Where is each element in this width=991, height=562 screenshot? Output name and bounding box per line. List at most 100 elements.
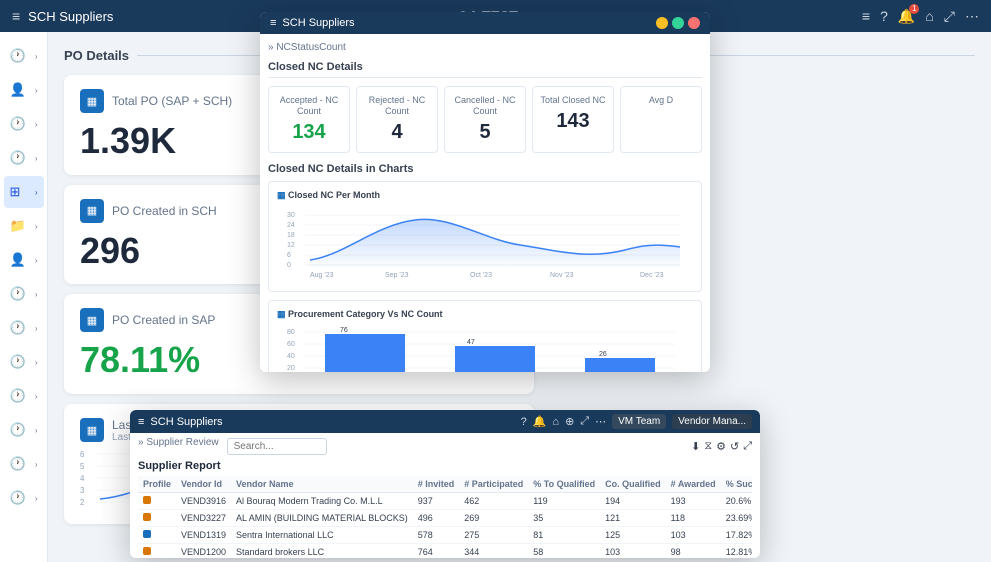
s-notif-icon[interactable]: 🔔 [533,415,547,428]
svg-text:3: 3 [80,486,85,495]
cell-participated: 269 [459,510,528,527]
status-dot [143,547,151,555]
supplier-search-input[interactable] [227,438,327,455]
svg-text:26: 26 [599,351,607,358]
nc-stat-label: Cancelled - NC Count [451,95,519,117]
expand-icon[interactable]: ⤢ [944,8,955,25]
supplier-overlay-window: ≡ SCH Suppliers ? 🔔 ⌂ ⊕ ⤢ ⋯ VM Team Vend… [130,410,760,558]
maximize-button[interactable] [672,17,684,29]
cell-participated: 344 [459,544,528,559]
svg-text:4: 4 [80,474,85,483]
nc-stat-cancelled: Cancelled - NC Count 5 [444,86,526,153]
sidebar-item-3[interactable]: 🕐 › [4,142,44,174]
cell-invited: 496 [413,510,460,527]
sidebar-item-9[interactable]: 🕐 › [4,346,44,378]
sidebar-item-7[interactable]: 🕐 › [4,278,44,310]
sch-suppliers-icon: ≡ [270,17,276,29]
supplier-window-title: SCH Suppliers [150,416,222,428]
notification-badge: 1 [909,4,919,14]
s-more-icon[interactable]: ⋯ [595,415,606,428]
nc-title-bar: ≡ SCH Suppliers [260,12,710,34]
bar-spmaop [455,346,535,372]
sidebar-item-1[interactable]: 👤 › [4,74,44,106]
team-label: VM Team [612,414,666,429]
kpi-icon-po-sap: ▦ [80,308,104,332]
cell-awarded: 118 [666,510,721,527]
more-icon[interactable]: ⋯ [965,8,979,25]
cell-co-qualified: 125 [600,527,666,544]
refresh-icon[interactable]: ↺ [730,440,739,453]
minimize-button[interactable] [656,17,668,29]
cell-to-qualified: 81 [528,527,600,544]
help-icon[interactable]: ? [880,8,888,24]
s-home-icon[interactable]: ⌂ [552,416,559,428]
arrow-icon: › [35,290,38,299]
sidebar-item-8[interactable]: 🕐 › [4,312,44,344]
arrow-icon: › [35,86,38,95]
nc-stat-value-cancelled: 5 [451,121,519,144]
nav-left: ≡ SCH Suppliers [12,8,113,24]
table-row: VEND1200 Standard brokers LLC 764 344 58… [138,544,752,559]
cell-vendor-id: VEND1200 [176,544,231,559]
kpi-icon-po-sch: ▦ [80,199,104,223]
line-chart-title: ▦ Closed NC Per Month [277,190,693,201]
svg-text:Oct '23: Oct '23 [470,272,492,279]
col-to-qualified: % To Qualified [528,476,600,493]
cell-vendor-id: VEND3916 [176,493,231,510]
chart-icon: ▦ [80,418,104,442]
sidebar-item-2[interactable]: 🕐 › [4,108,44,140]
kpi-value-po-sch: 296 [80,231,278,271]
nc-window-title: SCH Suppliers [282,17,354,29]
s-expand-icon[interactable]: ⤢ [580,415,589,428]
download-icon[interactable]: ⬇ [691,440,700,453]
expand-icon-supplier[interactable]: ⤢ [743,440,752,453]
sidebar-item-4[interactable]: ⊞ › [4,176,44,208]
sidebar-item-13[interactable]: 🕐 › [4,482,44,514]
cell-participated: 462 [459,493,528,510]
s-help-icon[interactable]: ? [521,416,527,428]
svg-text:60: 60 [287,341,295,348]
close-button[interactable] [688,17,700,29]
arrow-icon: › [35,222,38,231]
clock-icon-2: 🕐 [10,116,26,132]
svg-text:Sep '23: Sep '23 [385,272,409,279]
bar-chart-title: ▦ Procurement Category Vs NC Count [277,309,693,320]
kpi-value-total-po: 1.39K [80,121,278,161]
sidebar-item-11[interactable]: 🕐 › [4,414,44,446]
cell-participated: 275 [459,527,528,544]
sidebar-item-6[interactable]: 👤 › [4,244,44,276]
cell-invited: 578 [413,527,460,544]
svg-text:6: 6 [287,252,291,259]
person-icon: 👤 [10,252,26,268]
sidebar-item-0[interactable]: 🕐 › [4,40,44,72]
arrow-icon: › [35,494,38,503]
sidebar-item-5[interactable]: 📁 › [4,210,44,242]
supplier-title-bar: ≡ SCH Suppliers ? 🔔 ⌂ ⊕ ⤢ ⋯ VM Team Vend… [130,410,760,433]
nc-charts-title: Closed NC Details in Charts [268,163,702,175]
bar-indirect [585,358,655,372]
cell-vendor-id: VEND1319 [176,527,231,544]
s-add-icon[interactable]: ⊕ [565,415,574,428]
col-awarded: # Awarded [666,476,721,493]
clock-icon-8: 🕐 [10,422,26,438]
nc-breadcrumb: » NCStatusCount [268,42,702,53]
sidebar-item-12[interactable]: 🕐 › [4,448,44,480]
home-icon[interactable]: ⌂ [925,8,933,24]
nc-content: » NCStatusCount Closed NC Details Accept… [260,34,710,372]
cell-profile [138,493,176,510]
status-dot [143,513,151,521]
nav-right: ≡ ? 🔔 1 ⌂ ⤢ ⋯ [862,8,979,25]
menu-icon[interactable]: ≡ [12,8,20,24]
cell-vendor-name: Standard brokers LLC [231,544,413,559]
arrow-icon: › [35,52,38,61]
nc-stat-value-rejected: 4 [363,121,431,144]
sidebar: 🕐 › 👤 › 🕐 › 🕐 › ⊞ › 📁 › 👤 › 🕐 › 🕐 › 🕐 › … [0,32,48,562]
notification-icon[interactable]: 🔔 1 [898,8,915,25]
grid-icon: ⊞ [10,184,21,200]
svg-text:2: 2 [80,498,85,507]
list-icon[interactable]: ≡ [862,8,870,24]
sidebar-item-10[interactable]: 🕐 › [4,380,44,412]
filter-icon[interactable]: ⧖ [704,440,712,453]
settings-icon[interactable]: ⚙ [716,440,726,453]
clock-icon-4: 🕐 [10,286,26,302]
